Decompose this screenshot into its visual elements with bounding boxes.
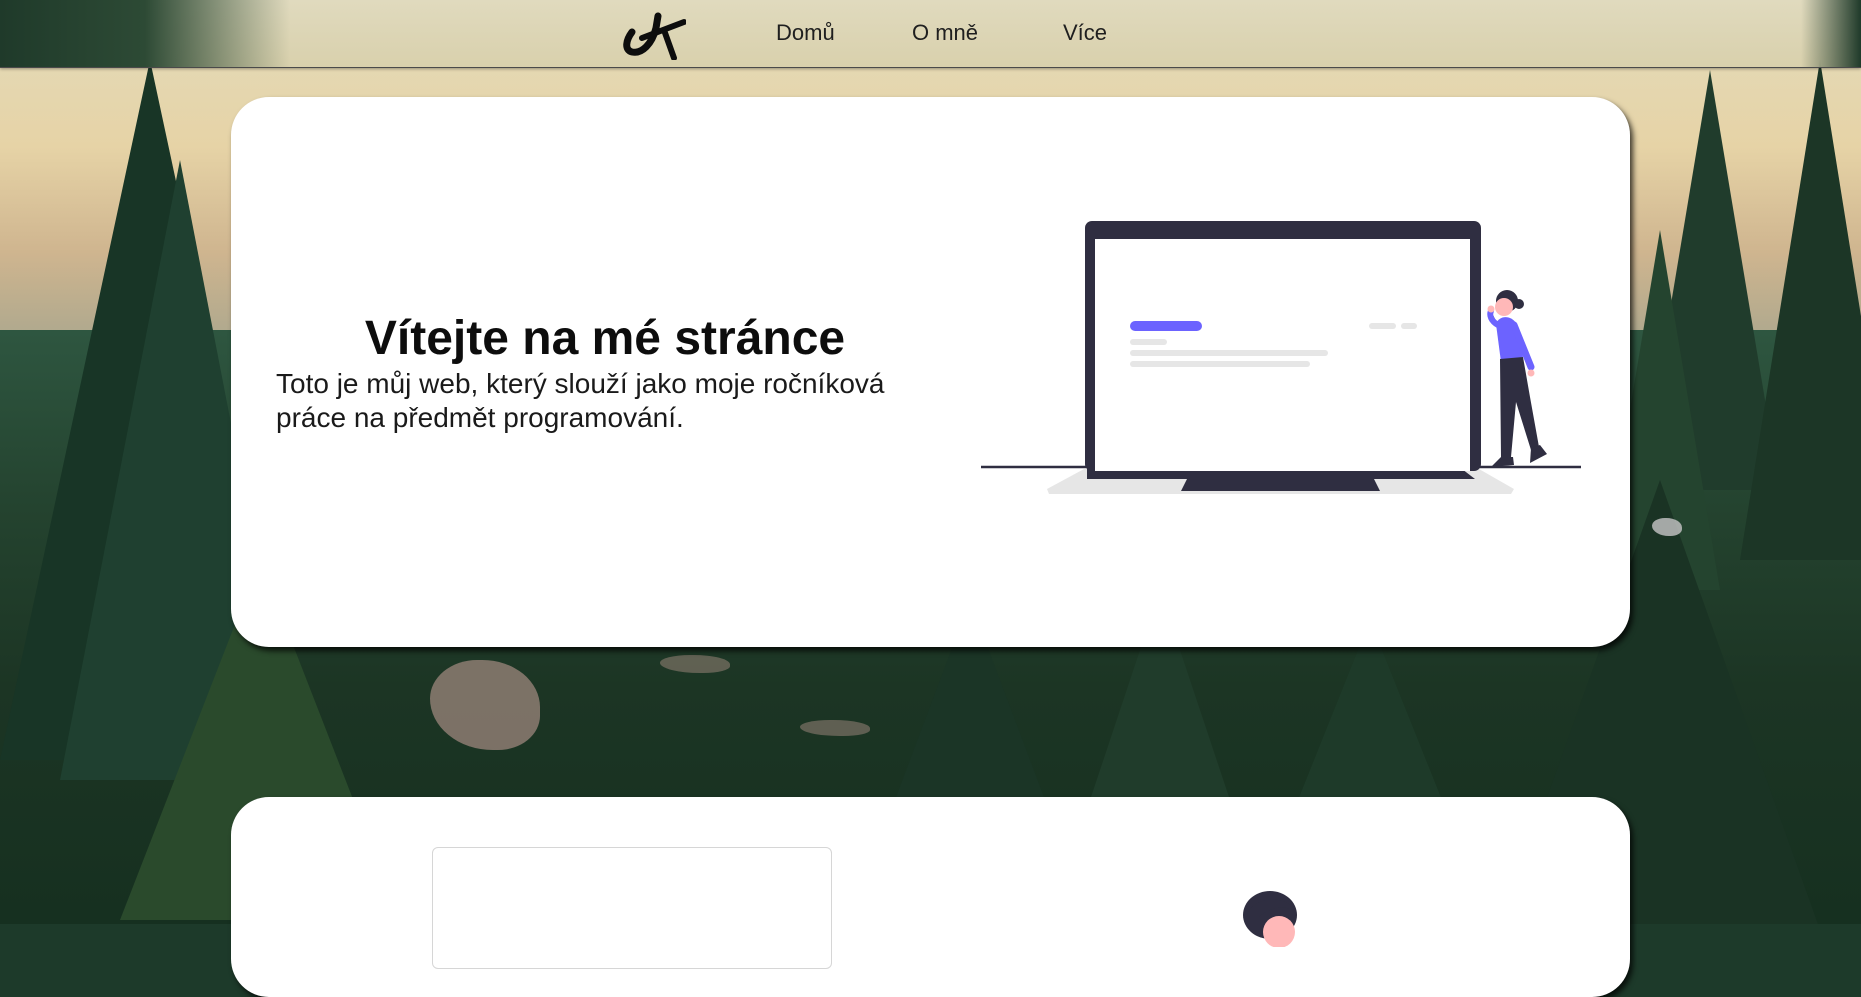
nav-link-more[interactable]: Více <box>1063 20 1107 46</box>
navbar-fade-right <box>1801 0 1861 67</box>
hero-title: Vítejte na mé stránce <box>364 312 846 365</box>
logo-icon[interactable] <box>622 6 686 60</box>
nav-link-about[interactable]: O mně <box>912 20 978 46</box>
navbar: Domů O mně Více <box>0 0 1861 68</box>
hero-card: Vítejte na mé stránce Toto je můj web, k… <box>231 97 1630 647</box>
woman-figure <box>1487 290 1547 467</box>
nav-link-home[interactable]: Domů <box>776 20 835 46</box>
content-card <box>231 797 1630 997</box>
avatar-illustration <box>1243 891 1297 947</box>
hero-text: Toto je můj web, který slouží jako moje … <box>276 368 885 433</box>
content-box <box>432 847 832 969</box>
navbar-fade-left <box>0 0 290 67</box>
laptop-illustration <box>981 221 1581 494</box>
